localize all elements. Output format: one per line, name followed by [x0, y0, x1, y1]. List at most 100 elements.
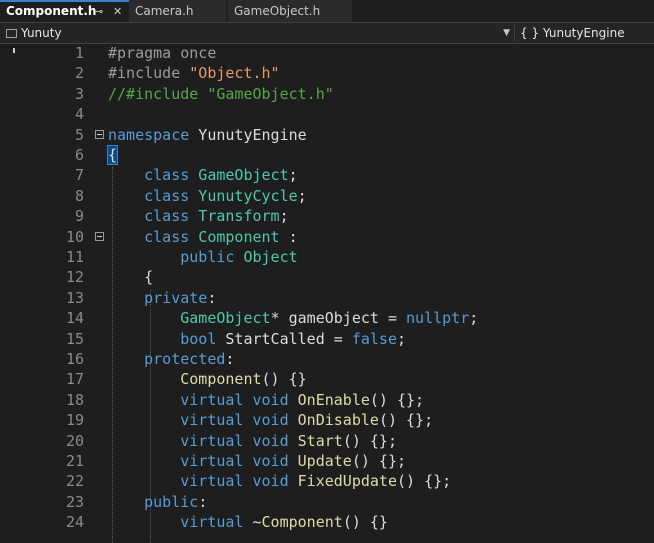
line-number: 16 [65, 350, 84, 368]
code-token: ~ [243, 513, 262, 532]
code-token: ; [469, 309, 479, 328]
code-text: protected: [108, 349, 234, 369]
code-token: () {}; [369, 390, 425, 409]
line-number: 5 [74, 125, 84, 144]
code-text: class Component : [108, 227, 298, 247]
line-number: 11 [65, 248, 84, 266]
code-line[interactable]: 18 virtual void OnEnable() {}; [0, 390, 654, 410]
code-token: () {}; [397, 472, 452, 491]
code-token: class [108, 166, 190, 185]
chevron-down-icon: ▼ [503, 28, 510, 38]
line-number: 20 [65, 431, 84, 450]
code-token: Object [234, 248, 298, 266]
code-text: bool StartCalled = false; [108, 329, 406, 349]
code-line[interactable]: 2 #include "Object.h" [0, 63, 654, 83]
code-text: Component() {} [108, 369, 306, 389]
code-line[interactable]: 7 class GameObject; [0, 165, 654, 185]
code-token: false [351, 329, 397, 348]
tab-component-h[interactable]: Component.h ⊸ ✕ [0, 0, 129, 22]
code-line[interactable]: 23 public: [0, 492, 654, 512]
code-line[interactable]: 13 private: [0, 288, 654, 308]
code-token: namespace [108, 125, 190, 144]
navigation-bar: Yunuty ▼ { } YunutyEngine [0, 22, 654, 44]
code-line[interactable]: 5 namespace YunutyEngine [0, 125, 654, 145]
code-token: { [108, 268, 154, 287]
document-tab-bar: Component.h ⊸ ✕ Camera.h GameObject.h [0, 0, 654, 22]
code-line[interactable]: 16 protected: [0, 349, 654, 369]
code-token: "Object.h" [189, 64, 280, 83]
collapse-toggle-icon[interactable] [95, 129, 104, 139]
line-number: 1 [74, 44, 84, 62]
code-token: void [243, 431, 289, 450]
collapse-toggle-icon[interactable] [95, 231, 104, 241]
code-token: : [279, 227, 298, 246]
code-token: StartCalled = [216, 329, 352, 348]
tab-camera-h[interactable]: Camera.h [129, 0, 226, 22]
code-text: virtual void Start() {}; [108, 431, 397, 451]
code-line[interactable]: 9 class Transform; [0, 206, 654, 226]
tab-label: Component.h [6, 4, 97, 18]
line-number: 12 [65, 268, 84, 287]
code-token: virtual [108, 411, 244, 430]
code-token: private [108, 288, 208, 307]
code-token: FixedUpdate [288, 472, 397, 491]
code-token: YunutyEngine [189, 125, 307, 144]
line-number: 3 [74, 84, 84, 103]
code-token: Component [261, 513, 343, 532]
code-editor[interactable]: 1 #pragma once 2 #include "Object.h" 3 //#inc… [0, 44, 654, 543]
close-icon[interactable]: ✕ [113, 2, 122, 21]
code-token: virtual [108, 390, 244, 409]
code-token: OnEnable [288, 390, 370, 409]
code-token: #include [108, 64, 190, 83]
code-line[interactable]: 8 class YunutyCycle; [0, 186, 654, 206]
code-line[interactable]: 4 [0, 104, 654, 124]
tab-label: GameObject.h [234, 4, 321, 18]
code-line[interactable]: 17 Component() {} [0, 369, 654, 389]
code-text: virtual ~Component() {} [108, 512, 388, 532]
code-line[interactable]: 21 virtual void Update() {}; [0, 451, 654, 471]
code-token: : [225, 350, 235, 368]
code-text: namespace YunutyEngine [108, 125, 307, 145]
code-line[interactable]: 12 { [0, 267, 654, 287]
code-text: //#include "GameObject.h" [108, 84, 334, 104]
code-text: { [108, 267, 153, 287]
code-token: //#include "GameObject.h" [108, 84, 334, 103]
code-token: Transform [189, 207, 280, 226]
code-token: Start [288, 431, 343, 450]
code-token: ; [397, 329, 407, 348]
code-text: virtual void Update() {}; [108, 451, 406, 471]
code-token: virtual [108, 431, 244, 450]
code-line[interactable]: 1 #pragma once [0, 44, 654, 63]
code-text: class YunutyCycle; [108, 186, 307, 206]
code-token: Component [189, 227, 280, 246]
code-text: public: [108, 492, 207, 512]
line-number: 14 [65, 309, 84, 328]
code-line[interactable]: 6{ [0, 145, 654, 165]
code-line[interactable]: 3 //#include "GameObject.h" [0, 84, 654, 104]
line-number: 24 [65, 513, 84, 532]
code-text: class Transform; [108, 206, 289, 226]
member-scope-dropdown[interactable]: { } YunutyEngine [520, 24, 650, 42]
code-line[interactable]: 20 virtual void Start() {}; [0, 431, 654, 451]
pin-icon[interactable]: ⊸ [94, 2, 103, 21]
project-scope-dropdown[interactable]: Yunuty ▼ [6, 24, 514, 42]
code-token: ; [297, 186, 307, 205]
member-label: { } YunutyEngine [520, 26, 625, 40]
nav-divider [514, 25, 515, 41]
tab-gameobject-h[interactable]: GameObject.h [228, 0, 352, 22]
code-line[interactable]: 19 virtual void OnDisable() {}; [0, 410, 654, 430]
code-token: ; [288, 166, 298, 185]
code-line[interactable]: 14 GameObject* gameObject = nullptr; [0, 308, 654, 328]
code-token: : [198, 492, 208, 511]
code-token: class [108, 186, 190, 205]
code-line[interactable]: 24 virtual ~Component() {} [0, 512, 654, 532]
line-number: 4 [74, 105, 84, 124]
code-line[interactable]: 10 class Component : [0, 227, 654, 247]
code-text: virtual void FixedUpdate() {}; [108, 471, 451, 491]
code-line[interactable]: 22 virtual void FixedUpdate() {}; [0, 471, 654, 491]
code-token: () {} [342, 513, 388, 532]
code-token: Update [288, 452, 352, 470]
code-line[interactable]: 15 bool StartCalled = false; [0, 329, 654, 349]
code-line[interactable]: 11 public Object [0, 247, 654, 267]
code-token: Component [108, 370, 262, 389]
